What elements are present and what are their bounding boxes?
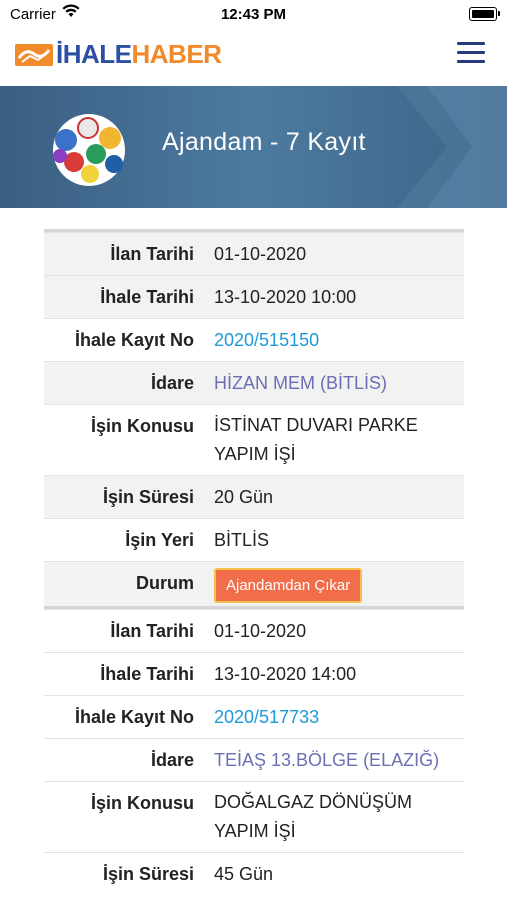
battery-icon (469, 7, 500, 21)
row-isin-yeri: İşin Yeri BİTLİS (44, 518, 464, 561)
record-card: İlan Tarihi 01-10-2020 İhale Tarihi 13-1… (44, 606, 464, 895)
handshake-logo-icon (15, 44, 53, 66)
record-card: İlan Tarihi 01-10-2020 İhale Tarihi 13-1… (44, 229, 464, 609)
row-isin-konusu: İşin Konusu DOĞALGAZ DÖNÜŞÜM YAPIM İŞİ (44, 781, 464, 852)
hamburger-menu-icon[interactable] (457, 42, 485, 64)
banner-pattern (397, 86, 507, 208)
kayit-no-link[interactable]: 2020/517733 (204, 696, 464, 738)
isin-konusu-line2: YAPIM İŞİ (214, 444, 296, 464)
idare-label: İdare (150, 373, 194, 393)
durum-value: Ajandamdan Çıkar (204, 562, 464, 609)
isin-konusu-line1: İSTİNAT DUVARI PARKE (214, 415, 418, 435)
idare-value[interactable]: HİZAN MEM (BİTLİS) (204, 362, 464, 404)
ihalehaber-logo[interactable]: İHALEHABER (14, 38, 222, 70)
row-isin-suresi: İşin Süresi 20 Gün (44, 475, 464, 518)
isin-yeri-value: BİTLİS (214, 530, 270, 550)
idare-value[interactable]: TEİAŞ 13.BÖLGE (ELAZIĞ) (204, 739, 464, 781)
row-ilan-tarihi: İlan Tarihi 01-10-2020 (44, 609, 464, 652)
row-ilan-tarihi: İlan Tarihi 01-10-2020 (44, 232, 464, 275)
idare-label: İdare (150, 750, 194, 770)
kayit-no-label: İhale Kayıt No (74, 707, 194, 727)
ihale-tarihi-label: İhale Tarihi (100, 287, 194, 307)
agenda-logo-icon (53, 114, 125, 186)
durum-label: Durum (136, 573, 194, 593)
isin-konusu-line1: DOĞALGAZ DÖNÜŞÜM (214, 792, 413, 812)
logo-text-part2: HABER (131, 38, 222, 69)
row-kayit-no: İhale Kayıt No 2020/517733 (44, 695, 464, 738)
logo-text-part1: İHALE (56, 38, 132, 69)
isin-suresi-label: İşin Süresi (102, 864, 194, 884)
isin-konusu-label: İşin Konusu (91, 416, 194, 436)
row-isin-suresi: İşin Süresi 45 Gün (44, 852, 464, 895)
ilan-tarihi-label: İlan Tarihi (110, 244, 194, 264)
ihale-tarihi-value: 13-10-2020 14:00 (214, 664, 357, 684)
row-idare: İdare TEİAŞ 13.BÖLGE (ELAZIĞ) (44, 738, 464, 781)
row-ihale-tarihi: İhale Tarihi 13-10-2020 14:00 (44, 652, 464, 695)
ilan-tarihi-label: İlan Tarihi (110, 621, 194, 641)
isin-konusu-label: İşin Konusu (91, 793, 194, 813)
row-ihale-tarihi: İhale Tarihi 13-10-2020 10:00 (44, 275, 464, 318)
kayit-no-label: İhale Kayıt No (74, 330, 194, 350)
isin-suresi-value: 45 Gün (214, 864, 274, 884)
clock: 12:43 PM (220, 6, 287, 23)
row-durum: Durum Ajandamdan Çıkar (44, 561, 464, 609)
isin-suresi-value: 20 Gün (214, 487, 274, 507)
row-kayit-no: İhale Kayıt No 2020/515150 (44, 318, 464, 361)
isin-konusu-value: DOĞALGAZ DÖNÜŞÜM YAPIM İŞİ (204, 782, 464, 852)
page-banner: Ajandam - 7 Kayıt (0, 86, 507, 208)
row-isin-konusu: İşin Konusu İSTİNAT DUVARI PARKE YAPIM İ… (44, 404, 464, 475)
navbar: İHALEHABER (0, 30, 507, 86)
isin-suresi-label: İşin Süresi (102, 487, 194, 507)
status-bar: Carrier 12:43 PM (0, 0, 507, 30)
isin-konusu-line2: YAPIM İŞİ (214, 821, 296, 841)
remove-from-agenda-button[interactable]: Ajandamdan Çıkar (214, 568, 363, 603)
ilan-tarihi-value: 01-10-2020 (214, 244, 307, 264)
ihale-tarihi-label: İhale Tarihi (100, 664, 194, 684)
kayit-no-link[interactable]: 2020/515150 (204, 319, 464, 361)
page-title: Ajandam - 7 Kayıt (162, 128, 366, 156)
ilan-tarihi-value: 01-10-2020 (214, 621, 307, 641)
ihale-tarihi-value: 13-10-2020 10:00 (214, 287, 357, 307)
row-idare: İdare HİZAN MEM (BİTLİS) (44, 361, 464, 404)
isin-yeri-label: İşin Yeri (125, 530, 194, 550)
isin-konusu-value: İSTİNAT DUVARI PARKE YAPIM İŞİ (204, 405, 464, 475)
